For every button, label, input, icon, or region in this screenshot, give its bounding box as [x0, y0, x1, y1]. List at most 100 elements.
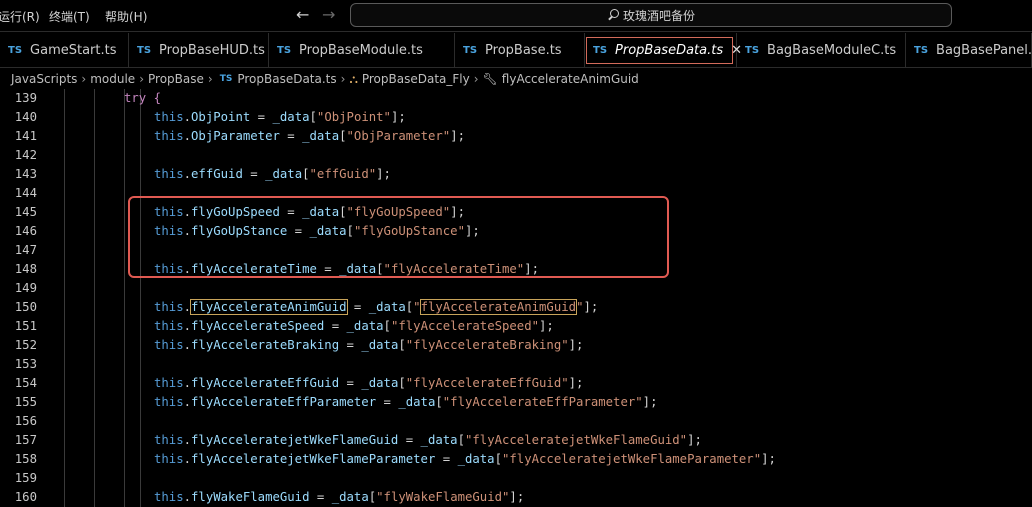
string-literal: "ObjPoint": [316, 110, 391, 124]
menu-terminal[interactable]: 终端(T): [49, 8, 90, 25]
line-number: 140: [14, 110, 37, 124]
breadcrumb: JavaScripts › module › PropBase › TS Pro…: [0, 69, 1032, 89]
forward-arrow-icon[interactable]: →: [322, 5, 335, 24]
code-line[interactable]: 149: [0, 279, 1032, 298]
punctuation: .: [183, 338, 192, 352]
code-line[interactable]: 148 this.flyAccelerateTime = _data["flyAc…: [0, 260, 1032, 279]
keyword-try: try {: [124, 91, 162, 105]
punctuation: .: [183, 490, 192, 504]
breadcrumb-item[interactable]: flyAccelerateAnimGuid: [502, 72, 639, 86]
code-line[interactable]: 155 this.flyAccelerateEffParameter = _dat…: [0, 393, 1032, 412]
line-number: 149: [14, 281, 37, 295]
punctuation: ];: [376, 167, 391, 181]
data-variable: _data: [272, 110, 310, 124]
punctuation: ];: [539, 319, 554, 333]
breadcrumb-item[interactable]: PropBaseData.ts: [237, 72, 336, 86]
breadcrumb-item[interactable]: PropBaseData_Fly: [362, 72, 470, 86]
breadcrumb-item[interactable]: JavaScripts: [11, 72, 77, 86]
string-literal: "effGuid": [309, 167, 377, 181]
code-line[interactable]: 144: [0, 184, 1032, 203]
code-text: this.flyAccelerateEffGuid = _data["flyAc…: [154, 374, 583, 393]
line-number: 144: [14, 186, 37, 200]
code-line[interactable]: 152 this.flyAccelerateBraking = _data["fl…: [0, 336, 1032, 355]
string-literal: "flyAccelerateBraking": [405, 338, 569, 352]
tab-propbase[interactable]: TS PropBase.ts: [455, 33, 585, 68]
property-name: flyGoUpSpeed: [191, 205, 280, 219]
data-variable: _data: [309, 224, 347, 238]
code-line[interactable]: 141 this.ObjParameter = _data["ObjParamet…: [0, 127, 1032, 146]
punctuation: ];: [568, 376, 584, 390]
code-line[interactable]: 146 this.flyGoUpStance = _data["flyGoUpSt…: [0, 222, 1032, 241]
punctuation: =: [287, 224, 310, 238]
tab-propbasemodule[interactable]: TS PropBaseModule.ts: [269, 33, 455, 68]
punctuation: .: [183, 376, 192, 390]
punctuation: .: [183, 452, 192, 466]
command-center-search[interactable]: 玫瑰酒吧备份: [350, 3, 952, 27]
code-text: this.flyAccelerateSpeed = _data["flyAcce…: [154, 317, 554, 336]
code-line[interactable]: 153: [0, 355, 1032, 374]
string-literal: "flyAccelerateSpeed": [390, 319, 540, 333]
tab-gamestart[interactable]: TS GameStart.ts: [0, 33, 129, 68]
punctuation: [: [376, 262, 384, 276]
punctuation: [: [302, 167, 310, 181]
code-line[interactable]: 158 this.flyAcceleratejetWkeFlameParamete…: [0, 450, 1032, 469]
code-line[interactable]: 157 this.flyAcceleratejetWkeFlameGuid = _…: [0, 431, 1032, 450]
code-line[interactable]: 145 this.flyGoUpSpeed = _data["flyGoUpSpe…: [0, 203, 1032, 222]
code-line[interactable]: 139 try {: [0, 89, 1032, 108]
punctuation: ];: [642, 395, 658, 409]
punctuation: ];: [687, 433, 702, 447]
string-literal: "flyAcceleratejetWkeFlameParameter": [502, 452, 762, 466]
tab-propbasehud[interactable]: TS PropBaseHUD.ts: [129, 33, 269, 68]
punctuation: .: [183, 205, 192, 219]
property-name: flyWakeFlameGuid: [191, 490, 310, 504]
menu-help[interactable]: 帮助(H): [105, 8, 147, 25]
keyword-this: this: [154, 319, 184, 333]
chevron-right-icon: ›: [81, 72, 87, 86]
punctuation: ];: [465, 224, 480, 238]
code-line[interactable]: 150 this.flyAccelerateAnimGuid = _data["f…: [0, 298, 1032, 317]
tab-label: PropBase.ts: [485, 43, 562, 58]
data-variable: _data: [339, 262, 377, 276]
punctuation: [: [398, 338, 406, 352]
code-editor[interactable]: 139 try {140 this.ObjPoint = _data["ObjPoi…: [0, 89, 1032, 507]
keyword-this: this: [154, 433, 184, 447]
back-arrow-icon[interactable]: ←: [296, 5, 309, 24]
tab-label: GameStart.ts: [30, 43, 117, 58]
search-icon: [607, 9, 619, 21]
code-text: this.flyAcceleratejetWkeFlameGuid = _dat…: [154, 431, 702, 450]
tab-propbasedata[interactable]: TS PropBaseData.ts ✕: [585, 33, 742, 68]
class-icon: ⛬: [349, 71, 358, 86]
tab-bagbasepanel[interactable]: TS BagBasePanel.ts: [906, 33, 1032, 68]
search-text: 玫瑰酒吧备份: [622, 8, 695, 23]
code-line[interactable]: 156: [0, 412, 1032, 431]
breadcrumb-item[interactable]: module: [90, 72, 135, 86]
keyword-this: this: [154, 262, 184, 276]
menu-run[interactable]: 运行(R): [0, 8, 40, 25]
code-line[interactable]: 142: [0, 146, 1032, 165]
line-number: 157: [14, 433, 37, 447]
code-line[interactable]: 159: [0, 469, 1032, 488]
property-name: flyGoUpStance: [191, 224, 288, 238]
tab-label: PropBaseHUD.ts: [159, 43, 265, 58]
code-line[interactable]: 160 this.flyWakeFlameGuid = _data["flyWak…: [0, 488, 1032, 507]
punctuation: [: [346, 224, 354, 238]
line-number: 148: [14, 262, 37, 276]
code-line[interactable]: 151 this.flyAccelerateSpeed = _data["flyA…: [0, 317, 1032, 336]
string-literal: "flyGoUpStance": [353, 224, 465, 238]
data-variable: _data: [346, 319, 384, 333]
tab-bagbasemodulec[interactable]: TS BagBaseModuleC.ts: [737, 33, 906, 68]
line-number: 155: [14, 395, 37, 409]
code-line[interactable]: 143 this.effGuid = _data["effGuid"];: [0, 165, 1032, 184]
code-text: this.flyAcceleratejetWkeFlameParameter =…: [154, 450, 776, 469]
code-line[interactable]: 147: [0, 241, 1032, 260]
code-line[interactable]: 140 this.ObjPoint = _data["ObjPoint"];: [0, 108, 1032, 127]
line-number: 139: [14, 91, 37, 105]
typescript-file-icon: TS: [219, 74, 233, 84]
punctuation: .: [183, 300, 192, 314]
data-variable: _data: [361, 376, 399, 390]
code-text: try {: [124, 89, 161, 108]
breadcrumb-item[interactable]: PropBase: [148, 72, 204, 86]
code-line[interactable]: 154 this.flyAccelerateEffGuid = _data["fl…: [0, 374, 1032, 393]
tab-label: PropBaseData.ts: [615, 43, 724, 58]
property-name: ObjPoint: [191, 110, 251, 124]
